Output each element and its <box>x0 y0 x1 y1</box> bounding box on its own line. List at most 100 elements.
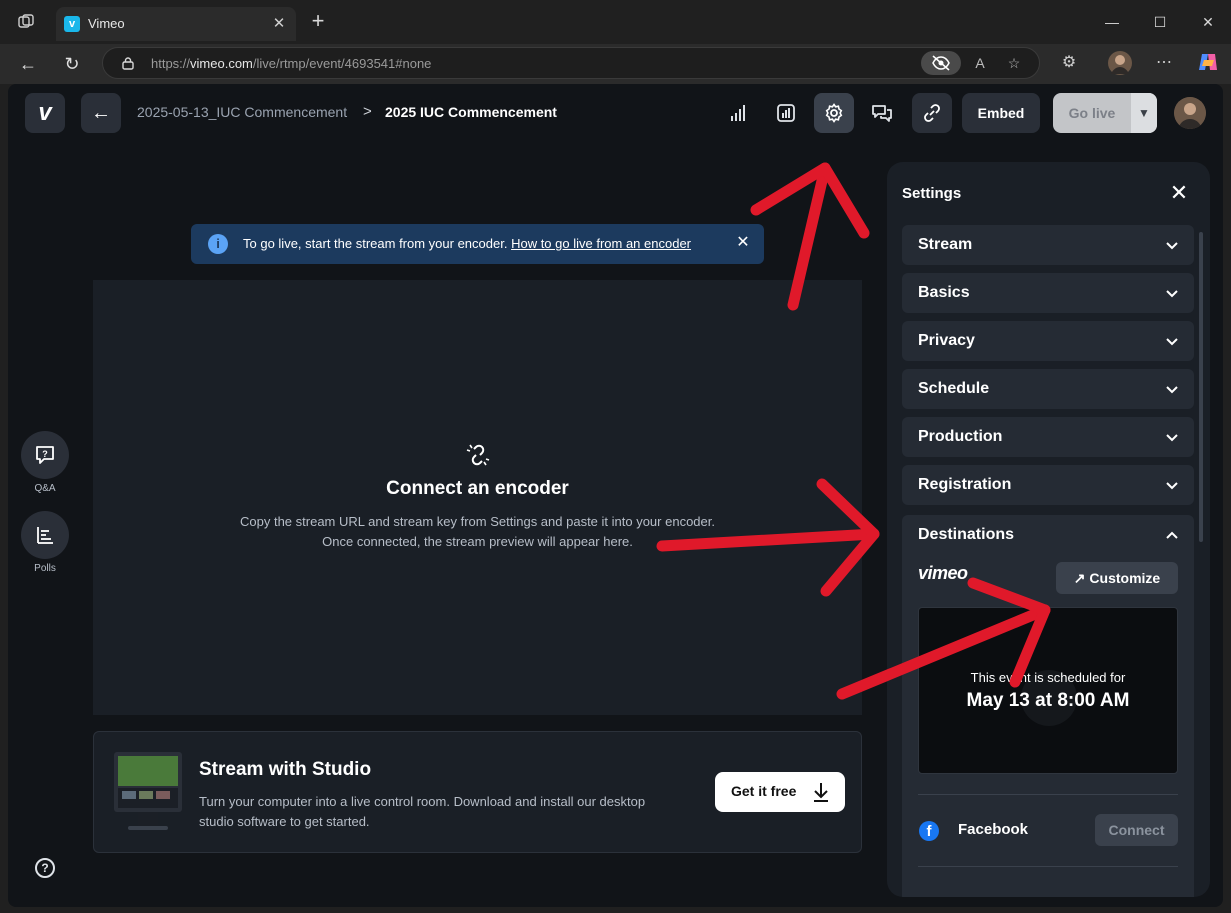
vimeo-logo-icon[interactable]: v <box>25 93 65 133</box>
external-arrow-icon: ↗ <box>1073 570 1086 586</box>
studio-desc-line-1: Turn your computer into a live control r… <box>199 794 646 809</box>
vimeo-wordmark: vimeo <box>918 563 968 583</box>
customize-button[interactable]: ↗ Customize <box>1056 562 1178 594</box>
accordion-stream[interactable]: Stream <box>902 225 1194 265</box>
preview-line-2: Once connected, the stream preview will … <box>322 534 633 549</box>
settings-scrollbar[interactable] <box>1199 232 1203 542</box>
link-icon[interactable] <box>912 93 952 133</box>
profile-avatar[interactable] <box>1107 50 1133 76</box>
title-bar: v Vimeo ✕ + — ☐ ✕ <box>0 0 1231 44</box>
studio-computer-illustration <box>112 748 184 838</box>
address-bar[interactable]: https://vimeo.com/live/rtmp/event/469354… <box>102 47 1040 79</box>
banner-close-icon[interactable]: ✕ <box>734 234 752 252</box>
signal-bars-icon[interactable] <box>718 93 758 133</box>
url-host: vimeo.com <box>190 56 253 71</box>
info-icon: i <box>208 234 228 254</box>
chevron-down-icon <box>1164 429 1180 445</box>
chevron-down-icon <box>1164 237 1180 253</box>
back-arrow-icon[interactable]: ← <box>14 50 42 78</box>
customize-label: Customize <box>1089 570 1161 586</box>
chevron-down-icon[interactable]: ▼ <box>1131 93 1157 133</box>
url-path: /live/rtmp/event/4693541#none <box>252 56 432 71</box>
accordion-production[interactable]: Production <box>902 417 1194 457</box>
info-banner: i To go live, start the stream from your… <box>191 224 764 264</box>
schedule-caption: This event is scheduled for <box>970 670 1126 685</box>
tracking-prevention-icon[interactable] <box>921 51 961 75</box>
back-button[interactable]: ← <box>81 93 121 133</box>
breadcrumb-separator: > <box>363 103 372 120</box>
favorite-star-icon[interactable]: ☆ <box>1003 52 1025 74</box>
studio-title: Stream with Studio <box>199 759 372 780</box>
divider <box>918 794 1178 795</box>
browser-tab[interactable]: v Vimeo ✕ <box>56 7 296 41</box>
url-prefix: https:// <box>151 56 191 71</box>
embed-button[interactable]: Embed <box>962 93 1040 133</box>
vimeo-app: v ← 2025-05-13_IUC Commencement > 2025 I… <box>8 84 1223 907</box>
qa-button[interactable]: ? <box>21 431 69 479</box>
accordion-label: Basics <box>918 284 970 301</box>
analytics-icon[interactable] <box>766 93 806 133</box>
maximize-icon[interactable]: ☐ <box>1146 8 1174 36</box>
minimize-icon[interactable]: — <box>1098 8 1126 36</box>
preview-title: Connect an encoder <box>386 478 569 499</box>
accordion-label: Stream <box>918 236 973 253</box>
preview-line-1: Copy the stream URL and stream key from … <box>240 514 715 529</box>
new-tab-plus-icon[interactable]: + <box>306 10 330 34</box>
polls-label: Polls <box>34 563 56 574</box>
chevron-down-icon <box>1164 333 1180 349</box>
accordion-destinations: Destinations vimeo ↗ Customize This even… <box>902 515 1194 897</box>
copilot-icon[interactable] <box>1195 50 1221 76</box>
accordion-registration[interactable]: Registration <box>902 465 1194 505</box>
accordion-label: Registration <box>918 476 1012 493</box>
stream-preview: Connect an encoder Copy the stream URL a… <box>93 280 862 715</box>
get-it-free-button[interactable]: Get it free <box>715 772 845 812</box>
accordion-label: Privacy <box>918 332 975 349</box>
more-menu-icon[interactable]: ⋯ <box>1151 50 1177 76</box>
settings-gear-icon[interactable] <box>814 93 854 133</box>
polls-button[interactable] <box>21 511 69 559</box>
refresh-icon[interactable]: ↻ <box>58 50 86 78</box>
chevron-up-icon[interactable] <box>1164 527 1180 543</box>
workspaces-icon[interactable] <box>16 12 36 32</box>
settings-panel: Settings ✕ Stream Basics Privacy Schedul… <box>887 162 1210 897</box>
lock-icon <box>121 56 135 70</box>
breadcrumb-current: 2025 IUC Commencement <box>385 104 557 120</box>
read-aloud-icon[interactable]: A <box>969 52 991 74</box>
accordion-label: Schedule <box>918 380 990 397</box>
chevron-down-icon <box>1164 381 1180 397</box>
facebook-connect-button[interactable]: Connect <box>1095 814 1178 846</box>
preview-subtitle: Copy the stream URL and stream key from … <box>93 512 862 552</box>
schedule-datetime: May 13 at 8:00 AM <box>966 690 1130 711</box>
vimeo-favicon-icon: v <box>64 16 80 32</box>
studio-desc-line-2: studio software to get started. <box>199 814 370 829</box>
user-avatar[interactable] <box>1174 97 1206 129</box>
url-text: https://vimeo.com/live/rtmp/event/469354… <box>151 56 431 71</box>
window-close-icon[interactable]: ✕ <box>1194 8 1222 36</box>
banner-text: To go live, start the stream from your e… <box>243 236 508 251</box>
qa-label: Q&A <box>34 483 56 494</box>
download-icon <box>811 781 831 803</box>
accordion-privacy[interactable]: Privacy <box>902 321 1194 361</box>
chevron-down-icon <box>1164 477 1180 493</box>
accordion-schedule[interactable]: Schedule <box>902 369 1194 409</box>
chevron-down-icon <box>1164 285 1180 301</box>
go-live-button[interactable]: Go live ▼ <box>1053 93 1157 133</box>
settings-title: Settings <box>902 185 962 202</box>
divider <box>918 866 1178 867</box>
broken-link-icon <box>465 442 491 468</box>
destinations-label[interactable]: Destinations <box>918 526 1014 544</box>
tab-close-icon[interactable]: ✕ <box>270 15 288 33</box>
banner-link[interactable]: How to go live from an encoder <box>511 236 691 251</box>
help-icon[interactable]: ? <box>35 858 55 878</box>
breadcrumb-parent[interactable]: 2025-05-13_IUC Commencement <box>137 104 347 120</box>
go-live-label: Go live <box>1068 105 1116 121</box>
facebook-icon: f <box>919 821 939 841</box>
navigation-bar: ← ↻ https://vimeo.com/live/rtmp/event/46… <box>0 44 1231 84</box>
chat-icon[interactable] <box>862 93 902 133</box>
settings-close-icon[interactable]: ✕ <box>1168 182 1190 204</box>
extensions-icon[interactable]: ⚙ <box>1056 50 1082 76</box>
accordion-basics[interactable]: Basics <box>902 273 1194 313</box>
browser-window: v Vimeo ✕ + — ☐ ✕ ← ↻ https://vimeo.com/… <box>0 0 1231 913</box>
studio-description: Turn your computer into a live control r… <box>199 792 699 832</box>
facebook-label: Facebook <box>958 821 1029 838</box>
